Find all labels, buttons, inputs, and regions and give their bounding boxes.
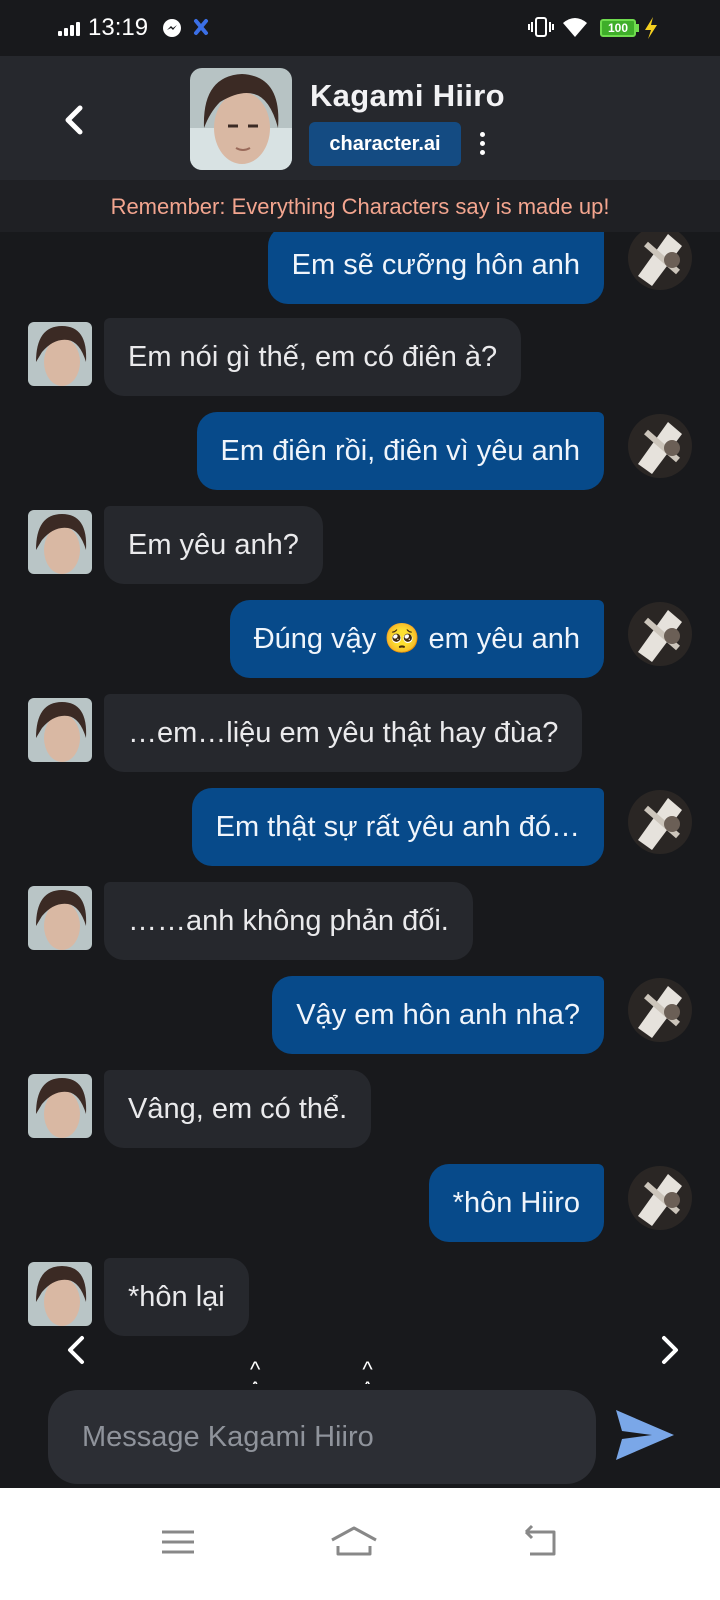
- bot-avatar[interactable]: [28, 1262, 92, 1326]
- brand-badge: character.ai: [309, 122, 461, 166]
- charging-icon: [645, 17, 657, 39]
- signal-icon: [58, 22, 80, 36]
- user-message[interactable]: Vậy em hôn anh nha?: [272, 976, 604, 1054]
- system-navigation-bar: [0, 1488, 720, 1600]
- bot-message[interactable]: Em nói gì thế, em có điên à?: [104, 318, 522, 396]
- user-avatar[interactable]: [628, 1166, 692, 1230]
- character-name: Kagami Hiiro: [310, 78, 505, 113]
- bot-avatar[interactable]: [28, 886, 92, 950]
- back-button[interactable]: [52, 96, 96, 144]
- user-message[interactable]: *hôn Hiiro: [428, 1164, 604, 1242]
- bot-avatar[interactable]: [28, 698, 92, 762]
- bot-message[interactable]: Vâng, em có thể.: [104, 1070, 372, 1148]
- send-icon[interactable]: [614, 1406, 676, 1464]
- battery-level: 100: [607, 21, 629, 35]
- user-avatar[interactable]: [628, 414, 692, 478]
- bot-avatar[interactable]: [28, 1074, 92, 1138]
- user-message[interactable]: Em điên rồi, điên vì yêu anh: [196, 412, 604, 490]
- typing-indicator: ^ ^ ^ ^: [250, 1357, 421, 1401]
- back-nav-icon[interactable]: [506, 1510, 570, 1574]
- home-icon[interactable]: [322, 1510, 386, 1574]
- user-message[interactable]: Em sẽ cưỡng hôn anh: [267, 232, 604, 304]
- battery-nub: [636, 24, 639, 32]
- composer: [0, 1384, 720, 1488]
- next-response-icon[interactable]: [654, 1330, 684, 1370]
- bot-message[interactable]: …em…liệu em yêu thật hay đùa?: [104, 694, 583, 772]
- chat-header: Kagami Hiiro character.ai: [0, 56, 720, 180]
- app-notification-icon: [194, 19, 208, 35]
- more-options-icon[interactable]: [470, 126, 494, 162]
- battery-icon: 100: [600, 19, 636, 37]
- user-avatar[interactable]: [628, 232, 692, 290]
- user-avatar[interactable]: [628, 790, 692, 854]
- menu-icon[interactable]: [146, 1510, 210, 1574]
- user-message[interactable]: Em thật sự rất yêu anh đó…: [191, 788, 604, 866]
- wifi-icon: [563, 18, 587, 37]
- messenger-icon: [163, 19, 181, 37]
- user-avatar[interactable]: [628, 978, 692, 1042]
- disclaimer-text: Remember: Everything Characters say is m…: [110, 194, 610, 219]
- message-list[interactable]: Em sẽ cưỡng hôn anh Em nói gì thế, em có…: [0, 232, 720, 1380]
- message-input[interactable]: [48, 1390, 596, 1484]
- bot-message[interactable]: ……anh không phản đối.: [104, 882, 473, 960]
- status-time: 13:19: [88, 14, 149, 41]
- vibrate-icon: [528, 17, 554, 37]
- disclaimer-bar: Remember: Everything Characters say is m…: [0, 180, 720, 232]
- bot-avatar[interactable]: [28, 322, 92, 386]
- status-bar: 13:19 100: [0, 0, 720, 56]
- bot-message[interactable]: *hôn lại: [104, 1258, 249, 1336]
- user-avatar[interactable]: [628, 602, 692, 666]
- bot-message[interactable]: Em yêu anh?: [104, 506, 323, 584]
- user-message[interactable]: Đúng vậy 🥺 em yêu anh: [229, 600, 604, 678]
- character-avatar[interactable]: [190, 68, 292, 170]
- previous-response-icon[interactable]: [62, 1330, 92, 1370]
- bot-avatar[interactable]: [28, 510, 92, 574]
